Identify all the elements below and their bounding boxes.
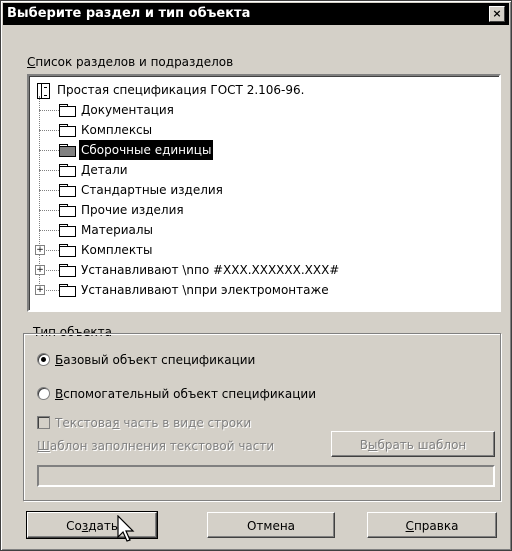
close-icon: × — [492, 7, 502, 20]
folder-icon — [59, 144, 76, 157]
choose-template-post: брать шаблон — [377, 438, 467, 452]
tree-branch-line — [39, 190, 59, 191]
radio-base-text: азовый объект спецификации — [63, 353, 256, 367]
tree-branch-line — [39, 170, 59, 171]
checkbox-text-part-pre: Текстова — [55, 416, 113, 430]
tree-branch-line — [39, 130, 59, 131]
template-label-text: аблон заполнения текстовой части — [49, 439, 275, 453]
window-title: Выберите раздел и тип объекта — [7, 6, 251, 21]
tree-item-label: Устанавливают \nпо #XXX.XXXXXX.XXX# — [81, 263, 340, 277]
tree-branch-line — [39, 110, 59, 111]
list-label-text: писок разделов и подразделов — [35, 55, 234, 69]
tree-root-label: Простая спецификация ГОСТ 2.106-96. — [57, 83, 305, 97]
dialog-window: Выберите раздел и тип объекта × Список р… — [0, 0, 512, 551]
choose-template-accel: ы — [367, 438, 378, 452]
close-button[interactable]: × — [489, 6, 505, 22]
tree-item-label: Документация — [81, 103, 174, 117]
folder-icon — [59, 264, 76, 277]
tree-branch-line — [39, 150, 59, 151]
folder-icon — [59, 244, 76, 257]
help-text: правка — [413, 519, 459, 533]
tree-connector-line — [39, 96, 40, 290]
mouse-cursor-icon — [117, 515, 135, 542]
template-field[interactable] — [37, 465, 495, 487]
radio-base-label: Базовый объект спецификации — [55, 351, 255, 369]
tree-item-label: Материалы — [81, 223, 153, 237]
tree-item-label: Сборочные единицы — [79, 140, 214, 160]
checkbox-text-part-post: часть в виде строки — [119, 416, 252, 430]
plus-box-icon[interactable]: + — [35, 265, 45, 275]
create-pre: Со — [66, 519, 82, 533]
checkbox-text-part-accel: я — [112, 416, 120, 430]
list-label: Список разделов и подразделов — [27, 55, 233, 69]
folder-icon — [59, 104, 76, 117]
tree-item-label: Комплекты — [81, 243, 153, 257]
folder-icon — [59, 224, 76, 237]
folder-icon — [59, 204, 76, 217]
help-button[interactable]: Справка — [367, 512, 497, 538]
tree-branch-line — [39, 230, 59, 231]
folder-icon — [59, 184, 76, 197]
folder-icon — [59, 284, 76, 297]
tree-item-label: Устанавливают \nпри электромонтаже — [81, 283, 329, 297]
section-tree[interactable]: Простая спецификация ГОСТ 2.106-96. Доку… — [27, 74, 501, 312]
tree-item-label: Детали — [81, 163, 128, 177]
help-accel: С — [405, 519, 414, 533]
folder-icon — [59, 124, 76, 137]
radio-base-accel: Б — [55, 353, 64, 367]
cancel-button[interactable]: Отмена — [207, 512, 335, 538]
tree-branch-line — [39, 210, 59, 211]
checkbox-text-part-box[interactable] — [37, 416, 50, 429]
template-label: Шаблон заполнения текстовой части — [37, 439, 274, 453]
choose-template-button[interactable]: Выбрать шаблон — [331, 431, 495, 457]
folder-icon — [59, 164, 76, 177]
radio-aux-label: Вспомогательный объект спецификации — [55, 385, 316, 403]
template-label-accel: Ш — [37, 439, 50, 453]
title-bar[interactable]: Выберите раздел и тип объекта × — [3, 3, 509, 25]
plus-box-icon[interactable]: + — [35, 245, 45, 255]
radio-base-indicator[interactable] — [37, 353, 50, 366]
radio-aux-text: спомогательный объект спецификации — [63, 387, 316, 401]
create-post: дать — [88, 519, 118, 533]
tree-item-label: Комплексы — [81, 123, 153, 137]
tree-item-label: Прочие изделия — [81, 203, 184, 217]
radio-aux-indicator[interactable] — [37, 387, 50, 400]
checkbox-text-part-label: Текстовая часть в виде строки — [55, 414, 251, 432]
plus-box-icon[interactable]: + — [35, 285, 45, 295]
tree-item-label: Стандартные изделия — [81, 183, 223, 197]
radio-aux-accel: В — [55, 387, 64, 401]
choose-template-pre: В — [359, 438, 368, 452]
